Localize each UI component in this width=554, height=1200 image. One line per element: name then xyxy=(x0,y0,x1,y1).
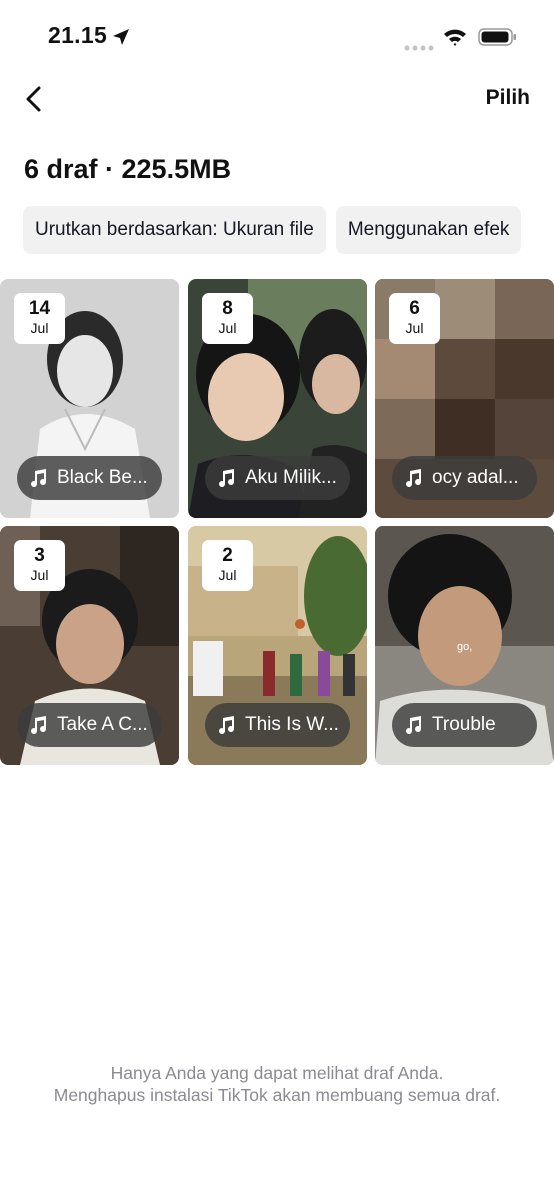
sort-by-chip[interactable]: Urutkan berdasarkan: Ukuran file xyxy=(23,206,326,254)
music-pill: Black Be... xyxy=(17,456,162,500)
privacy-note-line2: Menghapus instalasi TikTok akan membuang… xyxy=(53,1085,501,1105)
draft-date-badge: 8 Jul xyxy=(202,293,253,344)
video-subtitle: go, xyxy=(457,641,473,653)
music-pill: ocy adal... xyxy=(392,456,537,500)
draft-card[interactable]: 2 Jul This Is W... xyxy=(188,526,367,765)
music-note-icon xyxy=(217,468,237,488)
status-time: 21.15 xyxy=(48,22,108,48)
select-button[interactable]: Pilih xyxy=(486,86,530,110)
wifi-icon xyxy=(443,27,467,52)
status-bar: 21.15 xyxy=(0,0,554,76)
back-button[interactable] xyxy=(18,84,48,114)
draft-date-badge: 3 Jul xyxy=(14,540,65,591)
music-title: This Is W... xyxy=(245,714,338,735)
music-pill: Take A C... xyxy=(17,703,162,747)
location-arrow-icon xyxy=(111,27,131,52)
draft-date-badge: 6 Jul xyxy=(389,293,440,344)
signal-icon xyxy=(404,39,434,57)
music-title: Trouble xyxy=(432,714,496,735)
draft-card[interactable]: 3 Jul Take A C... xyxy=(0,526,179,765)
music-note-icon xyxy=(217,715,237,735)
music-pill: Aku Milik... xyxy=(205,456,350,500)
effects-filter-chip[interactable]: Menggunakan efek xyxy=(335,206,522,254)
drafts-privacy-note: Hanya Anda yang dapat melihat draf Anda.… xyxy=(40,1062,514,1106)
music-title: ocy adal... xyxy=(432,467,519,488)
draft-card[interactable]: 14 Jul Black Be... xyxy=(0,279,179,518)
draft-date-badge: 2 Jul xyxy=(202,540,253,591)
music-title: Take A C... xyxy=(57,714,148,735)
chevron-left-icon xyxy=(26,86,41,112)
page-title: 6 draf · 225.5MB xyxy=(24,154,232,184)
privacy-note-line1: Hanya Anda yang dapat melihat draf Anda. xyxy=(110,1063,444,1083)
music-pill: Trouble xyxy=(392,703,537,747)
music-note-icon xyxy=(29,468,49,488)
music-note-icon xyxy=(29,715,49,735)
music-title: Black Be... xyxy=(57,467,148,488)
filter-chips: Urutkan berdasarkan: Ukuran file Mengguna… xyxy=(23,206,554,254)
draft-card[interactable]: 8 Jul Aku Milik... xyxy=(188,279,367,518)
music-note-icon xyxy=(404,468,424,488)
top-nav: Pilih xyxy=(0,76,554,122)
music-pill: This Is W... xyxy=(205,703,350,747)
music-title: Aku Milik... xyxy=(245,467,337,488)
draft-card[interactable]: go, Trouble xyxy=(375,526,554,765)
battery-icon xyxy=(478,27,518,52)
draft-card[interactable]: 6 Jul ocy adal... xyxy=(375,279,554,518)
music-note-icon xyxy=(404,715,424,735)
draft-date-badge: 14 Jul xyxy=(14,293,65,344)
